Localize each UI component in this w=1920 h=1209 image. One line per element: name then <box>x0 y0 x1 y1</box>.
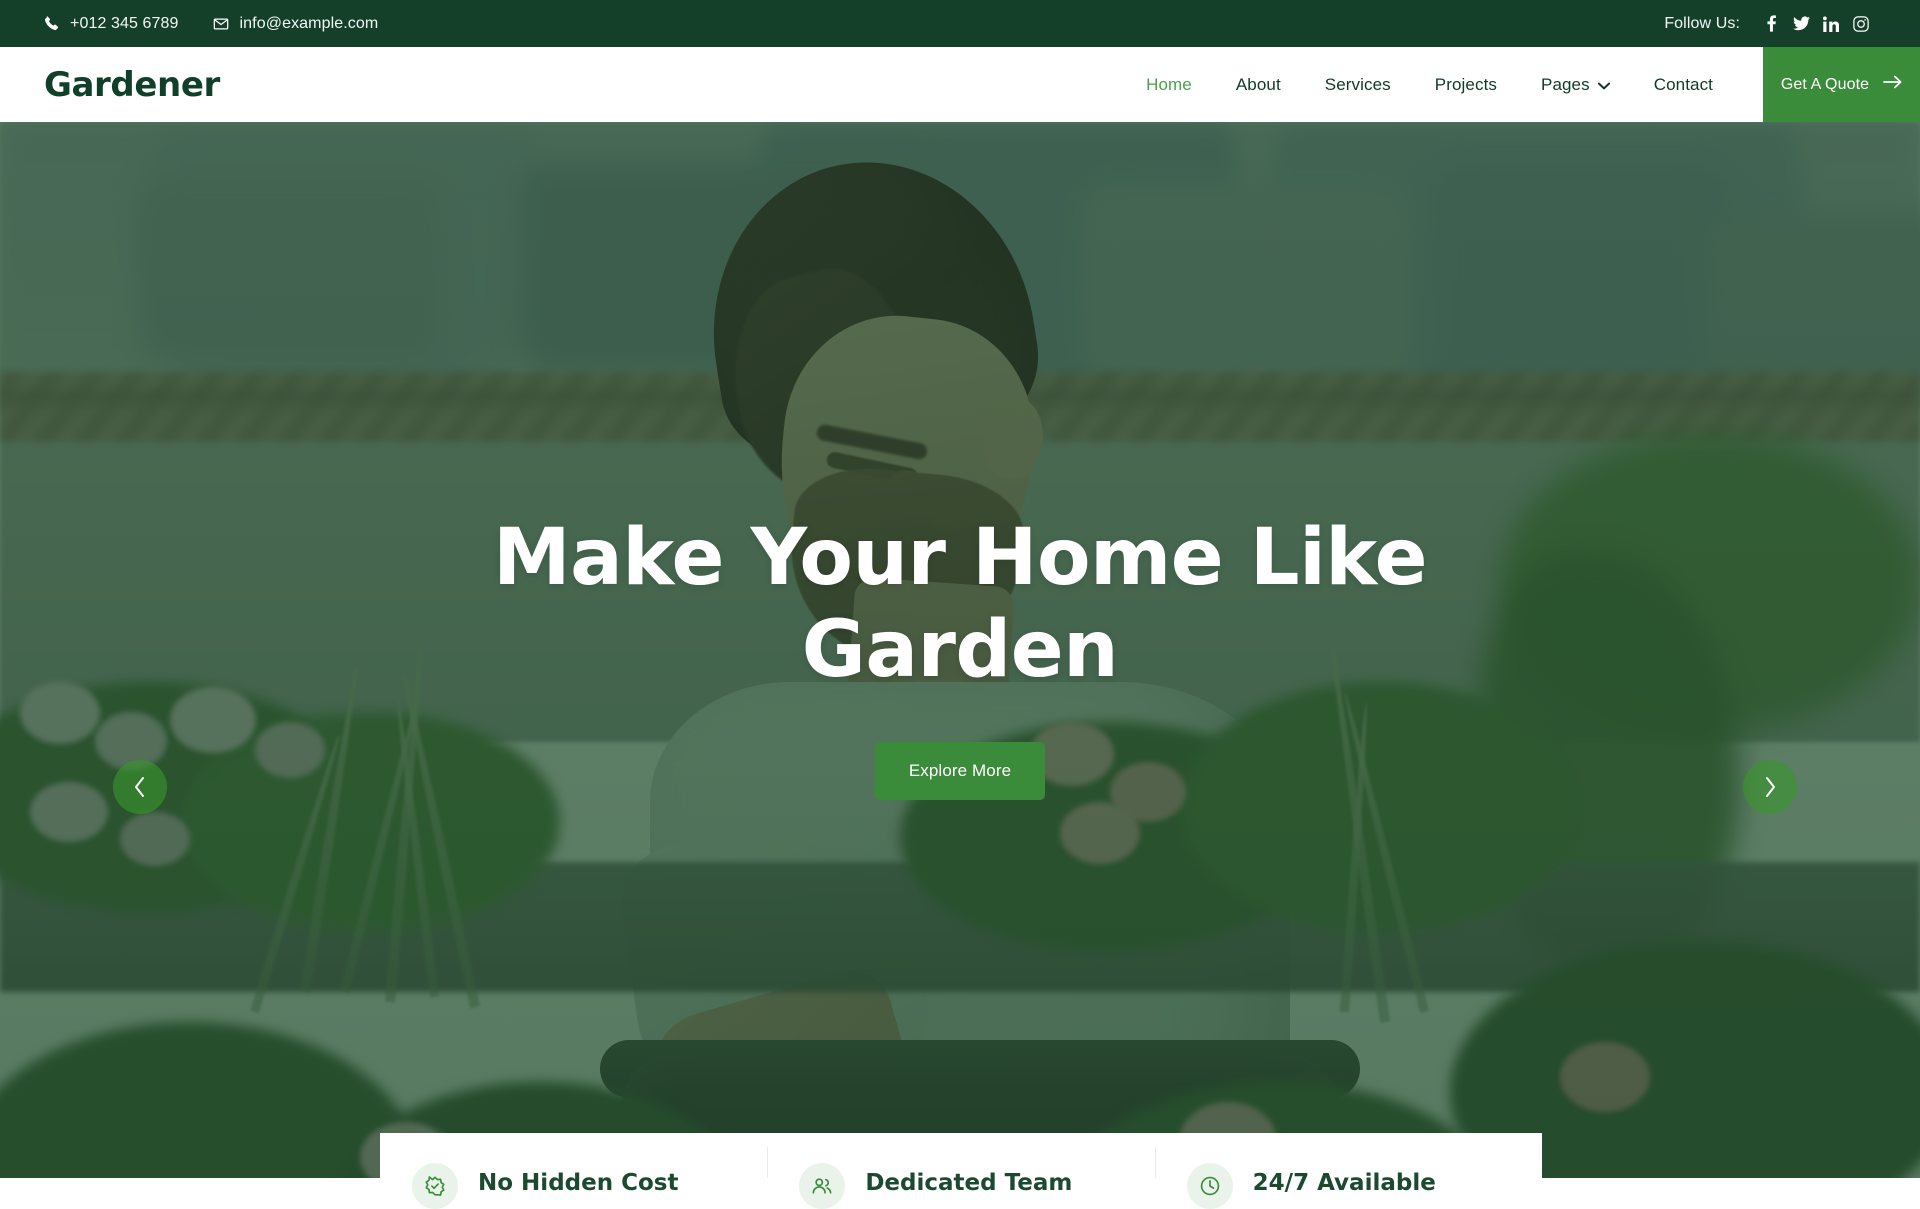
check-badge-icon <box>412 1163 458 1209</box>
hero-carousel: Make Your Home Like Garden Explore More <box>0 122 1920 1178</box>
chevron-left-icon <box>132 775 148 799</box>
facebook-icon[interactable] <box>1756 9 1786 39</box>
feature-card-dedicated-team[interactable]: Dedicated Team <box>767 1133 1154 1209</box>
nav-label-pages: Pages <box>1541 74 1590 94</box>
top-bar: +012 345 6789 info@example.com Follow Us… <box>0 0 1920 47</box>
feature-title: Dedicated Team <box>865 1170 1073 1196</box>
phone-number: +012 345 6789 <box>70 14 179 32</box>
feature-card-no-hidden-cost[interactable]: No Hidden Cost <box>380 1133 767 1209</box>
nav-item-about[interactable]: About <box>1214 47 1303 122</box>
get-a-quote-button[interactable]: Get A Quote <box>1763 47 1920 122</box>
main-navbar: Gardener Home About Services Projects Pa… <box>0 47 1920 122</box>
nav-label-services: Services <box>1324 74 1391 94</box>
topbar-phone[interactable]: +012 345 6789 <box>44 15 179 33</box>
feature-highlights-panel: No Hidden Cost Dedicated Team 24/7 Avail… <box>380 1133 1542 1209</box>
envelope-icon <box>213 16 229 32</box>
chevron-down-icon <box>1597 75 1610 95</box>
chevron-right-icon <box>1762 775 1778 799</box>
nav-label-contact: Contact <box>1653 74 1713 94</box>
email-address: info@example.com <box>239 14 379 32</box>
clock-icon <box>1186 1163 1233 1209</box>
primary-navigation: Home About Services Projects Pages Conta… <box>1124 47 1735 122</box>
users-icon <box>799 1163 846 1209</box>
carousel-next-button[interactable] <box>1743 760 1797 814</box>
nav-item-contact[interactable]: Contact <box>1632 47 1735 122</box>
nav-label-about: About <box>1235 74 1281 94</box>
twitter-icon[interactable] <box>1786 9 1816 39</box>
hero-title: Make Your Home Like Garden <box>493 513 1427 696</box>
nav-item-home[interactable]: Home <box>1124 47 1214 122</box>
phone-icon <box>44 16 59 31</box>
nav-item-projects[interactable]: Projects <box>1413 47 1519 122</box>
topbar-email[interactable]: info@example.com <box>213 15 379 33</box>
hero-content: Make Your Home Like Garden Explore More <box>0 122 1920 1178</box>
explore-more-button[interactable]: Explore More <box>874 742 1046 801</box>
instagram-icon[interactable] <box>1846 9 1876 39</box>
follow-us-label: Follow Us: <box>1664 14 1740 32</box>
nav-label-home: Home <box>1146 74 1192 94</box>
top-bar-social: Follow Us: <box>1664 9 1876 39</box>
linkedin-icon[interactable] <box>1816 9 1846 39</box>
feature-title: No Hidden Cost <box>478 1170 679 1196</box>
nav-item-services[interactable]: Services <box>1303 47 1413 122</box>
quote-button-label: Get A Quote <box>1780 75 1870 93</box>
site-logo[interactable]: Gardener <box>44 68 220 102</box>
nav-label-projects: Projects <box>1434 74 1497 94</box>
feature-card-24-7-available[interactable]: 24/7 Available <box>1154 1133 1542 1209</box>
nav-item-pages[interactable]: Pages <box>1519 47 1632 122</box>
carousel-prev-button[interactable] <box>113 760 167 814</box>
feature-title: 24/7 Available <box>1252 1170 1436 1196</box>
top-bar-contacts: +012 345 6789 info@example.com <box>44 15 378 33</box>
arrow-right-icon <box>1883 75 1902 94</box>
